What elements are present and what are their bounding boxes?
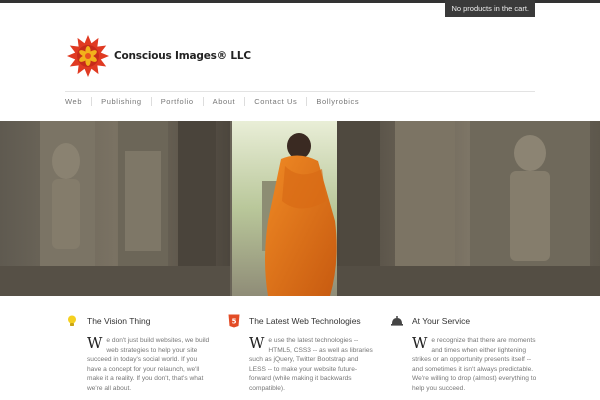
cart-status-button[interactable]: No products in the cart. <box>445 0 535 17</box>
nav-item-web[interactable]: Web <box>65 97 91 106</box>
feature-title: At Your Service <box>412 316 471 326</box>
nav-item-contact-us[interactable]: Contact Us <box>244 97 306 106</box>
dropcap: W <box>249 334 265 352</box>
lotus-logo-icon[interactable] <box>66 34 110 78</box>
feature-title: The Latest Web Technologies <box>249 316 361 326</box>
feature-text: e don't just build websites, we build we… <box>87 337 210 392</box>
service-bell-icon <box>391 316 403 326</box>
feature-vision: The Vision Thing We don't just build web… <box>65 314 220 392</box>
lightbulb-icon <box>68 315 76 326</box>
feature-service: At Your Service We recognize that there … <box>390 314 545 392</box>
nav-item-publishing[interactable]: Publishing <box>91 97 151 106</box>
feature-web-technologies: 5 The Latest Web Technologies We use the… <box>227 314 382 392</box>
hero-image <box>0 121 600 296</box>
nav-item-portfolio[interactable]: Portfolio <box>150 97 203 106</box>
feature-text: e recognize that there are moments and t… <box>412 337 537 392</box>
nav-item-about[interactable]: About <box>202 97 245 106</box>
html5-icon: 5 <box>228 314 240 328</box>
main-nav: Web Publishing Portfolio About Contact U… <box>65 91 535 109</box>
dropcap: W <box>412 334 428 352</box>
feature-body: We recognize that there are moments and … <box>412 336 537 394</box>
feature-body: We don't just build websites, we build w… <box>87 336 212 394</box>
feature-body: We use the latest technologies -- HTML5,… <box>249 336 374 394</box>
dropcap: W <box>87 334 103 352</box>
svg-text:5: 5 <box>232 318 237 326</box>
nav-item-bollyrobics[interactable]: Bollyrobics <box>306 97 368 106</box>
feature-title: The Vision Thing <box>87 316 151 326</box>
brand-name[interactable]: Conscious Images® LLC <box>114 50 251 62</box>
feature-text: e use the latest technologies -- HTML5, … <box>249 337 373 392</box>
